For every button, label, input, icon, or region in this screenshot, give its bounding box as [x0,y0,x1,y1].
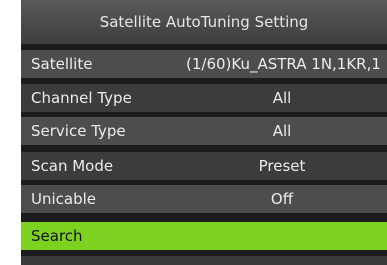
row-satellite[interactable]: Satellite (1/60)Ku_ASTRA 1N,1KR,1 [21,50,387,78]
row-label: Search [31,227,83,245]
row-scan-mode[interactable]: Scan Mode Preset [21,152,387,180]
row-value: Off [270,190,294,208]
row-search[interactable]: Search [21,222,387,250]
row-label: Scan Mode [31,157,114,175]
tv-menu-screen: Satellite AutoTuning Setting Satellite (… [21,0,387,265]
row-label: Service Type [31,122,126,140]
menu-title: Satellite AutoTuning Setting [21,0,387,44]
row-value: All [272,122,292,140]
menu-bottom-band [21,256,387,265]
row-label: Channel Type [31,89,132,107]
row-label: Unicable [31,190,97,208]
row-unicable[interactable]: Unicable Off [21,185,387,213]
row-value: Preset [258,157,306,175]
row-channel-type[interactable]: Channel Type All [21,84,387,112]
row-value: All [272,89,292,107]
row-label: Satellite [31,55,93,73]
row-value: (1/60)Ku_ASTRA 1N,1KR,1 [186,55,381,73]
row-service-type[interactable]: Service Type All [21,117,387,145]
